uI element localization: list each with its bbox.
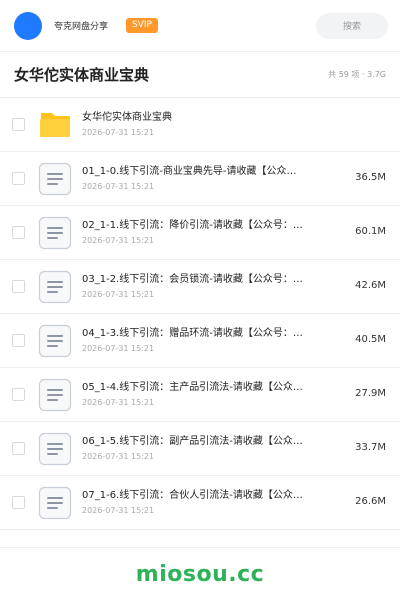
list-item[interactable]: 05_1-4.线下引流：主产品引流法-请收藏【公众… 2026-07-31 15… [0,368,400,422]
item-name: 03_1-2.线下引流：会员锁流-请收藏【公众号：… [82,274,303,285]
item-name: 05_1-4.线下引流：主产品引流法-请收藏【公众… [82,382,303,393]
item-date: 2026-07-31 15:21 [82,290,155,299]
select-checkbox[interactable] [12,226,25,239]
search-button[interactable]: 搜索 [316,12,388,39]
select-checkbox[interactable] [12,172,25,185]
item-name: 07_1-6.线下引流：合伙人引流法-请收藏【公众… [82,490,303,501]
list-item[interactable]: 01_1-0.线下引流-商业宝典先导-请收藏【公众… 2026-07-31 15… [0,152,400,206]
item-size: 33.7M [355,442,386,453]
share-title: 夸克网盘分享 [54,22,109,32]
item-name: 06_1-5.线下引流：副产品引流法-请收藏【公众… [82,436,303,447]
document-icon [38,378,72,411]
document-icon [38,162,72,195]
item-size: 42.6M [355,280,386,291]
watermark: miosou.cc [135,562,265,587]
page-title: 女华佗实体商业宝典 [14,66,150,84]
item-size: 60.1M [355,226,386,237]
item-name: 02_1-1.线下引流：降价引流-请收藏【公众号：… [82,220,303,231]
select-checkbox[interactable] [12,118,25,131]
document-icon [38,432,72,465]
item-size: 36.5M [355,172,386,183]
item-date: 2026-07-31 15:21 [82,398,155,407]
select-checkbox[interactable] [12,442,25,455]
search-label: 搜索 [342,22,361,32]
list-item[interactable]: 06_1-5.线下引流：副产品引流法-请收藏【公众… 2026-07-31 15… [0,422,400,476]
document-icon [38,270,72,303]
item-size: 27.9M [355,388,386,399]
folder-meta: 共 59 项 · 3.7G [328,70,386,79]
item-date: 2026-07-31 15:21 [82,344,155,353]
document-icon [38,486,72,519]
list-item[interactable]: 04_1-3.线下引流：赠品环流-请收藏【公众号：… 2026-07-31 15… [0,314,400,368]
item-date: 2026-07-31 15:21 [82,506,155,515]
select-checkbox[interactable] [12,496,25,509]
list-item[interactable]: 03_1-2.线下引流：会员锁流-请收藏【公众号：… 2026-07-31 15… [0,260,400,314]
document-icon [38,324,72,357]
svip-badge: SVIP [126,18,158,33]
item-name: 女华佗实体商业宝典 [82,112,172,123]
folder-header: 女华佗实体商业宝典 共 59 项 · 3.7G [0,52,400,98]
item-size: 26.6M [355,496,386,507]
avatar[interactable] [14,11,42,40]
item-name: 01_1-0.线下引流-商业宝典先导-请收藏【公众… [82,166,297,177]
item-date: 2026-07-31 15:21 [82,182,155,191]
item-date: 2026-07-31 15:21 [82,452,155,461]
folder-icon [40,112,70,137]
list-item[interactable]: 07_1-6.线下引流：合伙人引流法-请收藏【公众… 2026-07-31 15… [0,476,400,530]
file-list: 女华佗实体商业宝典 2026-07-31 15:21 01_1-0.线下引流-商… [0,98,400,530]
item-date: 2026-07-31 15:21 [82,128,155,137]
select-checkbox[interactable] [12,388,25,401]
select-checkbox[interactable] [12,334,25,347]
list-item[interactable]: 女华佗实体商业宝典 2026-07-31 15:21 [0,98,400,152]
list-item[interactable]: 02_1-1.线下引流：降价引流-请收藏【公众号：… 2026-07-31 15… [0,206,400,260]
item-name: 04_1-3.线下引流：赠品环流-请收藏【公众号：… [82,328,303,339]
document-icon [38,216,72,249]
select-checkbox[interactable] [12,280,25,293]
item-size: 40.5M [355,334,386,345]
top-bar: 夸克网盘分享 SVIP 搜索 [0,0,400,52]
item-date: 2026-07-31 15:21 [82,236,155,245]
footer-divider [0,547,400,548]
